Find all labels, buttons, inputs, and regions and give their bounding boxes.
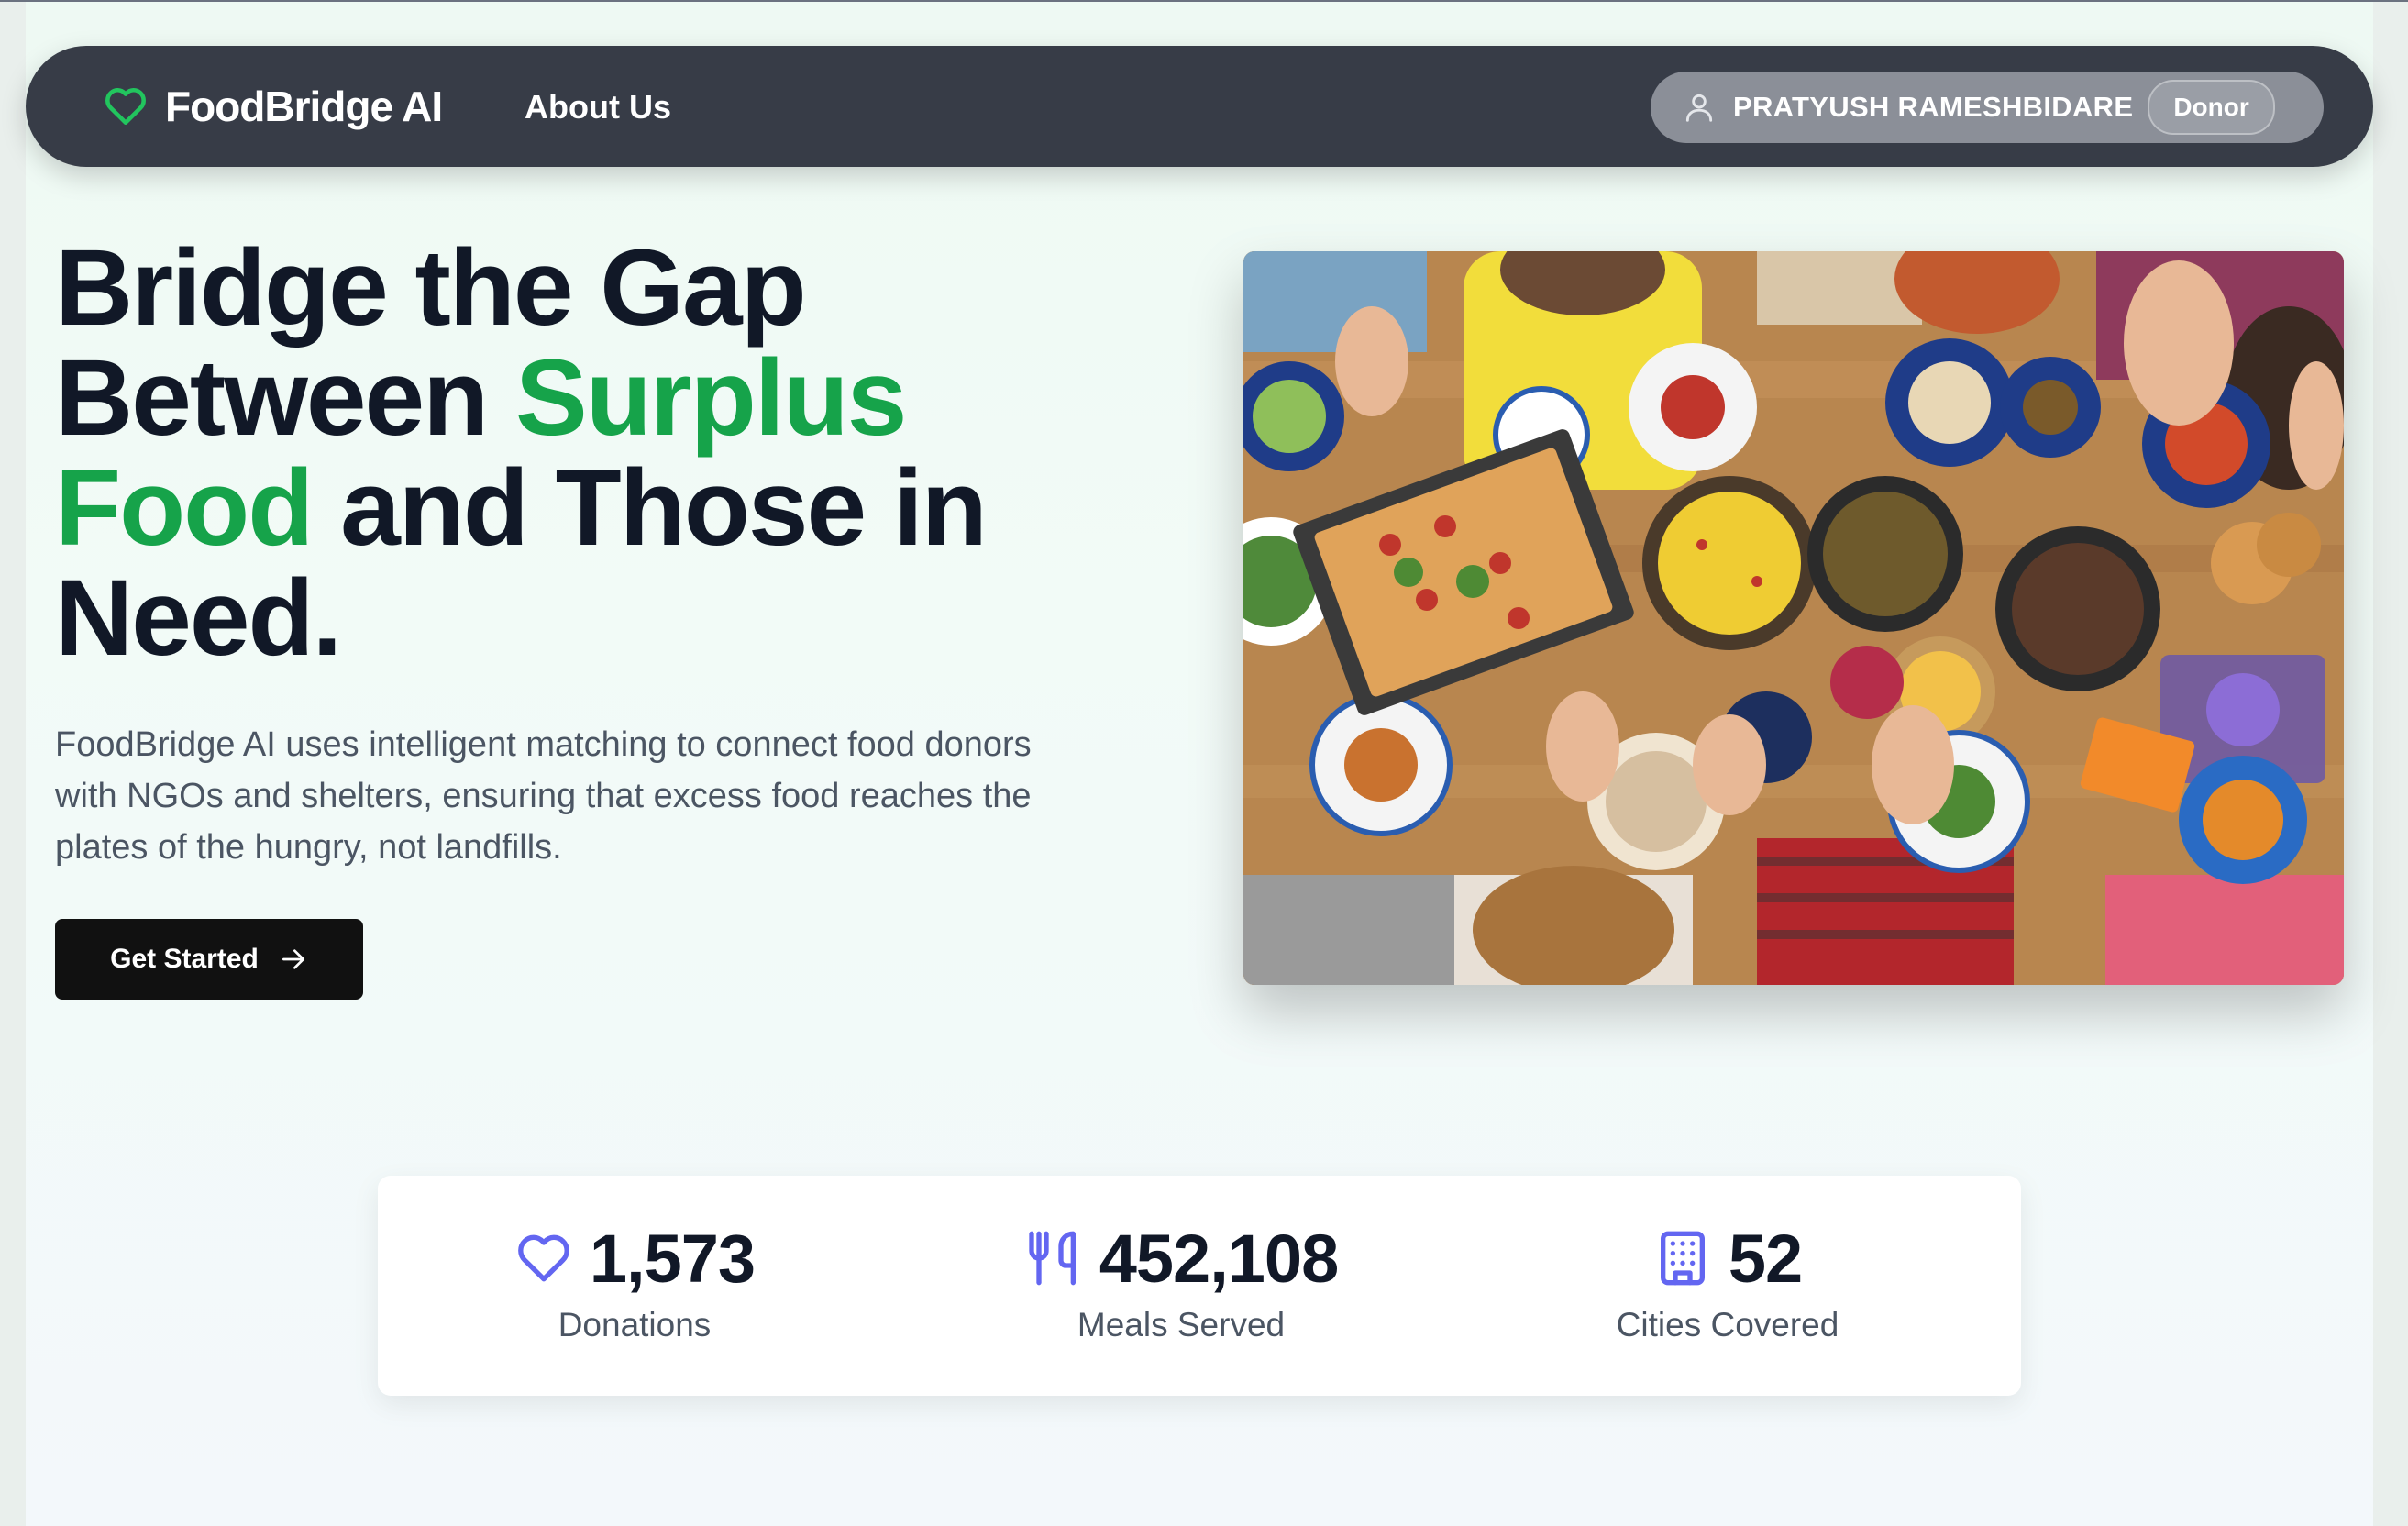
user-role-badge: Donor — [2148, 80, 2275, 135]
headline-line-2-prefix: Between — [55, 337, 516, 459]
stat-label: Donations — [558, 1306, 712, 1344]
building-icon — [1660, 1231, 1705, 1286]
navbar: FoodBridge AI About Us PRATYUSH RAMESHBI… — [26, 46, 2373, 167]
hero-headline: Bridge the Gap Between Surplus Food and … — [55, 233, 1155, 673]
heart-logo-icon — [105, 87, 146, 125]
stat-label: Meals Served — [1077, 1306, 1286, 1344]
stat-donations: 1,573 Donations — [378, 1220, 891, 1344]
stat-value: 52 — [1728, 1220, 1803, 1297]
stat-label: Cities Covered — [1616, 1306, 1839, 1344]
headline-highlight-food: Food — [55, 448, 314, 569]
utensils-icon — [1029, 1231, 1076, 1286]
get-started-label: Get Started — [110, 944, 259, 974]
brand-name: FoodBridge AI — [165, 83, 443, 130]
user-menu[interactable]: PRATYUSH RAMESHBIDARE Donor — [1651, 72, 2324, 143]
stat-cities-covered: 52 Cities Covered — [1471, 1220, 1984, 1344]
headline-line-3-suffix: and Those in — [312, 448, 988, 569]
heart-icon — [518, 1234, 569, 1282]
headline-line-1: Bridge the Gap — [55, 227, 807, 348]
stat-meals-served: 452,108 Meals Served — [924, 1220, 1438, 1344]
user-icon — [1685, 94, 1713, 122]
user-name: PRATYUSH RAMESHBIDARE — [1733, 91, 2134, 123]
stats-card: 1,573 Donations 452,108 Meals Served 52 … — [378, 1176, 2021, 1396]
hero-food-table-image — [1243, 251, 2344, 985]
brand-logo-link[interactable]: FoodBridge AI — [101, 79, 443, 134]
stat-value: 452,108 — [1099, 1220, 1339, 1297]
headline-line-4: Need. — [55, 558, 342, 679]
nav-link-about-us[interactable]: About Us — [525, 88, 671, 127]
get-started-button[interactable]: Get Started — [55, 919, 363, 1000]
stat-value: 1,573 — [589, 1220, 756, 1297]
page: FoodBridge AI About Us PRATYUSH RAMESHBI… — [26, 2, 2373, 1526]
headline-highlight-surplus: Surplus — [515, 337, 907, 459]
hero-description: FoodBridge AI uses intelligent matching … — [55, 725, 1032, 867]
arrow-right-icon — [282, 949, 304, 969]
